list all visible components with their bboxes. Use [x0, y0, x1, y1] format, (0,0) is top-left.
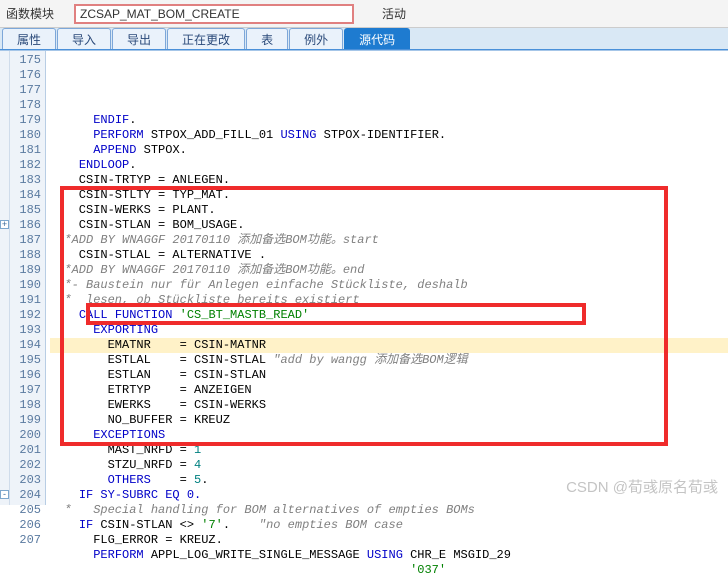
- code-line: CSIN-STLTY = TYP_MAT.: [50, 188, 728, 203]
- tab-导出[interactable]: 导出: [112, 28, 166, 49]
- code-line: PERFORM STPOX_ADD_FILL_01 USING STPOX-ID…: [50, 128, 728, 143]
- fold-mark[interactable]: -: [0, 490, 9, 499]
- code-line: CSIN-TRTYP = ANLEGEN.: [50, 173, 728, 188]
- code-line: '037': [50, 563, 728, 578]
- code-line: EXCEPTIONS: [50, 428, 728, 443]
- fold-gutter: +-: [0, 51, 10, 505]
- status-label: 活动: [382, 5, 406, 22]
- code-line: APPEND STPOX.: [50, 143, 728, 158]
- line-number-gutter: 175 176 177 178 179 180 181 182 183 184 …: [10, 51, 46, 505]
- code-line: * lesen, ob Stückliste bereits existiert: [50, 293, 728, 308]
- code-line: CSIN-WERKS = PLANT.: [50, 203, 728, 218]
- tab-属性[interactable]: 属性: [2, 28, 56, 49]
- code-line: * Special handling for BOM alternatives …: [50, 503, 728, 518]
- code-line: CSIN-STLAL = ALTERNATIVE .: [50, 248, 728, 263]
- code-line: IF CSIN-STLAN <> '7'. "no empties BOM ca…: [50, 518, 728, 533]
- code-line: ESTLAL = CSIN-STLAL "add by wangg 添加备选BO…: [50, 353, 728, 368]
- code-editor: +- 175 176 177 178 179 180 181 182 183 1…: [0, 50, 728, 505]
- fold-mark[interactable]: +: [0, 220, 9, 229]
- code-line: STZU_NRFD = 4: [50, 458, 728, 473]
- tab-表[interactable]: 表: [246, 28, 288, 49]
- module-name-input[interactable]: [74, 4, 354, 24]
- tabstrip: 属性导入导出正在更改表例外源代码: [0, 28, 728, 50]
- header-row: 函数模块 活动: [0, 0, 728, 28]
- code-line: CSIN-STLAN = BOM_USAGE.: [50, 218, 728, 233]
- code-line: ENDIF.: [50, 113, 728, 128]
- code-area[interactable]: ENDIF. PERFORM STPOX_ADD_FILL_01 USING S…: [46, 51, 728, 505]
- tab-导入[interactable]: 导入: [57, 28, 111, 49]
- module-label: 函数模块: [6, 5, 74, 22]
- tab-正在更改[interactable]: 正在更改: [167, 28, 245, 49]
- code-line: ESTLAN = CSIN-STLAN: [50, 368, 728, 383]
- code-line: FLG_ERROR = KREUZ.: [50, 533, 728, 548]
- code-line: EXPORTING: [50, 323, 728, 338]
- code-line: OTHERS = 5.: [50, 473, 728, 488]
- code-line: PERFORM APPL_LOG_WRITE_SINGLE_MESSAGE US…: [50, 548, 728, 563]
- code-line: EMATNR = CSIN-MATNR: [50, 338, 728, 353]
- code-line: EWERKS = CSIN-WERKS: [50, 398, 728, 413]
- code-line: *ADD BY WNAGGF 20170110 添加备选BOM功能。end: [50, 263, 728, 278]
- code-line: ENDLOOP.: [50, 158, 728, 173]
- code-line: *- Baustein nur für Anlegen einfache Stü…: [50, 278, 728, 293]
- tab-例外[interactable]: 例外: [289, 28, 343, 49]
- code-line: MAST_NRFD = 1: [50, 443, 728, 458]
- code-line: NO_BUFFER = KREUZ: [50, 413, 728, 428]
- code-line: IF SY-SUBRC EQ 0.: [50, 488, 728, 503]
- tab-源代码[interactable]: 源代码: [344, 28, 410, 49]
- code-line: ETRTYP = ANZEIGEN: [50, 383, 728, 398]
- code-line: *ADD BY WNAGGF 20170110 添加备选BOM功能。start: [50, 233, 728, 248]
- code-line: CALL FUNCTION 'CS_BT_MASTB_READ': [50, 308, 728, 323]
